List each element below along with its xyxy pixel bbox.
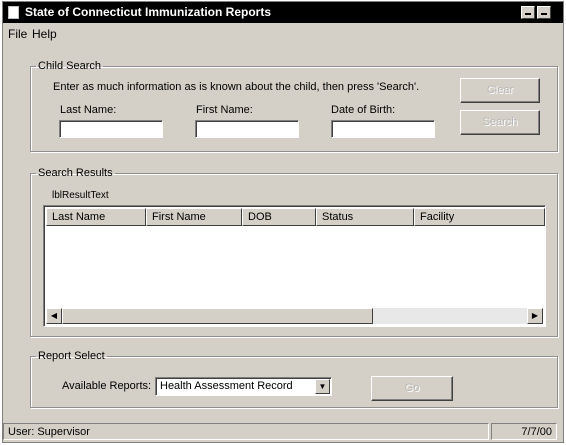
menu-help[interactable]: Help bbox=[32, 27, 57, 41]
first-name-input[interactable] bbox=[195, 120, 299, 138]
title-bar[interactable]: State of Connecticut Immunization Report… bbox=[3, 2, 563, 23]
search-instructions: Enter as much information as is known ab… bbox=[53, 81, 420, 93]
minimize-icon[interactable] bbox=[521, 6, 535, 19]
menu-file[interactable]: File bbox=[8, 27, 27, 41]
status-date: 7/7/00 bbox=[491, 423, 557, 440]
column-header-last-name[interactable]: Last Name bbox=[46, 208, 146, 226]
scroll-thumb[interactable] bbox=[62, 308, 373, 324]
last-name-input[interactable] bbox=[59, 120, 163, 138]
menu-bar: File Help bbox=[3, 24, 563, 44]
results-grid[interactable]: Last Name First Name DOB Status Facility… bbox=[43, 205, 546, 327]
window-title: State of Connecticut Immunization Report… bbox=[25, 5, 272, 19]
dob-input[interactable] bbox=[331, 120, 435, 138]
maximize-icon[interactable] bbox=[537, 6, 551, 19]
column-header-facility[interactable]: Facility bbox=[414, 208, 545, 226]
status-bar: User: Supervisor 7/7/00 bbox=[3, 423, 557, 440]
selected-report: Health Assessment Record bbox=[160, 380, 293, 392]
horizontal-scrollbar[interactable]: ◀ ▶ bbox=[46, 308, 543, 324]
app-icon bbox=[8, 6, 19, 19]
available-reports-label: Available Reports: bbox=[62, 380, 152, 392]
column-header-status[interactable]: Status bbox=[316, 208, 414, 226]
first-name-label: First Name: bbox=[196, 104, 253, 116]
last-name-label: Last Name: bbox=[60, 104, 117, 116]
clear-button[interactable]: Clear bbox=[460, 78, 540, 103]
available-reports-select[interactable]: Health Assessment Record ▼ bbox=[155, 377, 332, 396]
column-header-dob[interactable]: DOB bbox=[242, 208, 316, 226]
result-text-label: lblResultText bbox=[52, 190, 109, 201]
go-button[interactable]: Go bbox=[371, 376, 453, 401]
search-results-legend: Search Results bbox=[38, 167, 113, 179]
search-button[interactable]: Search bbox=[460, 110, 540, 135]
child-search-legend: Child Search bbox=[38, 60, 101, 72]
chevron-down-icon[interactable]: ▼ bbox=[315, 379, 330, 394]
dob-label: Date of Birth: bbox=[331, 104, 396, 116]
column-header-first-name[interactable]: First Name bbox=[146, 208, 242, 226]
scroll-left-icon[interactable]: ◀ bbox=[46, 308, 62, 324]
report-select-legend: Report Select bbox=[38, 350, 105, 362]
scroll-right-icon[interactable]: ▶ bbox=[527, 308, 543, 324]
status-user: User: Supervisor bbox=[3, 423, 489, 440]
